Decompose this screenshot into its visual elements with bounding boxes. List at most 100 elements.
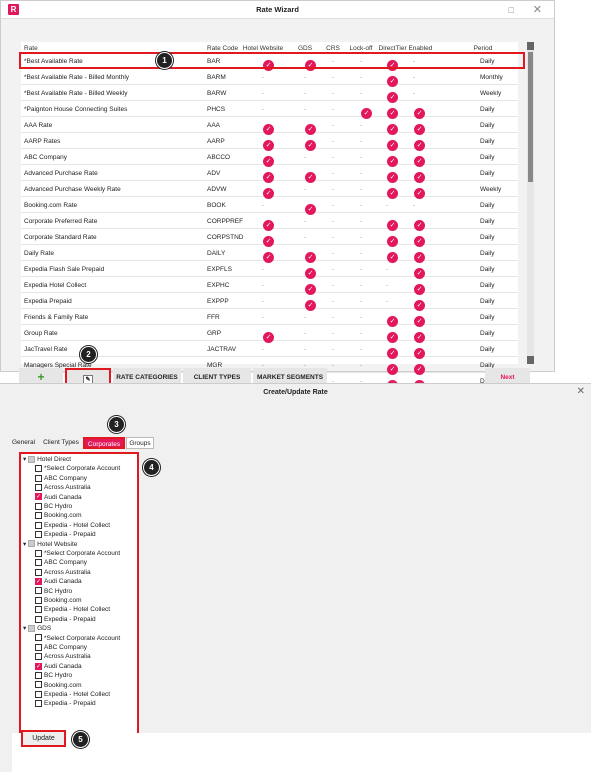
table-row[interactable]: Expedia Prepaid EXPPP - ✓ - - - ✓ Daily bbox=[21, 293, 518, 311]
tree-item[interactable]: ABC Company bbox=[35, 558, 87, 567]
tree-item[interactable]: *Select Corporate Account bbox=[35, 464, 120, 473]
item-checkbox[interactable]: ✓ bbox=[35, 577, 42, 585]
tree-group[interactable]: ▾ GDS bbox=[23, 624, 51, 633]
table-row[interactable]: *Best Available Rate - Billed Weekly BARW… bbox=[21, 85, 518, 103]
item-checkbox[interactable] bbox=[35, 615, 42, 623]
tree-item[interactable]: Expedia - Hotel Collect bbox=[35, 690, 110, 699]
tree-item[interactable]: *Select Corporate Account bbox=[35, 634, 120, 643]
table-row[interactable]: *Paignton House Connecting Suites PHCS - - -… bbox=[21, 101, 518, 119]
column-header[interactable]: Hotel Website bbox=[243, 45, 283, 52]
scroll-down-arrow[interactable] bbox=[527, 356, 534, 364]
scroll-thumb[interactable] bbox=[528, 52, 533, 182]
tree-item[interactable]: Expedia - Prepaid bbox=[35, 615, 96, 624]
flag-no: - bbox=[359, 170, 363, 177]
group-checkbox[interactable] bbox=[28, 540, 36, 548]
table-row[interactable]: *Best Available Rate - Billed Monthly BAR… bbox=[21, 69, 518, 87]
column-header[interactable]: CRS bbox=[326, 45, 340, 52]
item-checkbox[interactable] bbox=[35, 643, 42, 651]
tree-item[interactable]: ABC Company bbox=[35, 474, 87, 483]
tree-group[interactable]: ▾ Hotel Direct bbox=[23, 455, 71, 464]
flag-no: - bbox=[359, 346, 363, 353]
flag-no: - bbox=[303, 314, 307, 321]
flag-no: - bbox=[261, 90, 265, 97]
table-row[interactable]: Group Rate GRP ✓ - - - ✓ ✓ Daily bbox=[21, 325, 518, 343]
item-checkbox[interactable] bbox=[35, 606, 42, 614]
vertical-scrollbar[interactable] bbox=[527, 42, 534, 364]
item-checkbox[interactable] bbox=[35, 568, 42, 576]
tree-item[interactable]: Booking.com bbox=[35, 511, 82, 520]
tree-item[interactable]: BC Hydro bbox=[35, 587, 72, 596]
tree-item[interactable]: Expedia - Prepaid bbox=[35, 699, 96, 708]
column-header[interactable]: GDS bbox=[298, 45, 312, 52]
table-row[interactable]: Advanced Purchase Rate ADV ✓ ✓ - - ✓ ✓ Daily bbox=[21, 165, 518, 183]
tree-item[interactable]: ✓ Audi Canada bbox=[35, 577, 82, 586]
item-checkbox[interactable] bbox=[35, 634, 42, 642]
group-checkbox[interactable] bbox=[28, 455, 36, 463]
table-row[interactable]: Booking.com Rate BOOK - ✓ - - - - Daily bbox=[21, 197, 518, 215]
table-row[interactable]: ABC Company ABCCO ✓ - - - ✓ ✓ Daily bbox=[21, 149, 518, 167]
tab-general[interactable]: General bbox=[8, 437, 39, 449]
item-checkbox[interactable] bbox=[35, 653, 42, 661]
tree-item[interactable]: Across Australia bbox=[35, 652, 91, 661]
table-row[interactable]: Expedia Flash Sale Prepaid EXPFLS - ✓ - - - ✓ Da… bbox=[21, 261, 518, 279]
item-checkbox[interactable] bbox=[35, 502, 42, 510]
expand-icon[interactable]: ▾ bbox=[23, 456, 26, 463]
item-checkbox[interactable] bbox=[35, 587, 42, 595]
item-checkbox[interactable] bbox=[35, 690, 42, 698]
table-row[interactable]: Daily Rate DAILY ✓ ✓ - - ✓ ✓ Daily bbox=[21, 245, 518, 263]
item-checkbox[interactable] bbox=[35, 483, 42, 491]
tree-item[interactable]: Expedia - Prepaid bbox=[35, 530, 96, 539]
tree-item[interactable]: *Select Corporate Account bbox=[35, 549, 120, 558]
tree-item[interactable]: Expedia - Hotel Collect bbox=[35, 605, 110, 614]
item-checkbox[interactable]: ✓ bbox=[35, 662, 42, 670]
maximize-icon[interactable]: □ bbox=[509, 5, 514, 15]
tab-client-types[interactable]: Client Types bbox=[40, 437, 82, 449]
item-checkbox[interactable] bbox=[35, 559, 42, 567]
item-checkbox[interactable] bbox=[35, 700, 42, 708]
column-header[interactable]: Tier Enabled bbox=[396, 45, 433, 52]
tree-item[interactable]: Booking.com bbox=[35, 681, 82, 690]
group-checkbox[interactable] bbox=[28, 624, 36, 632]
update-button[interactable]: Update bbox=[21, 730, 66, 747]
table-row[interactable]: Corporate Preferred Rate CORPPREF ✓ - - - ✓ ✓ Da… bbox=[21, 213, 518, 231]
item-checkbox[interactable]: ✓ bbox=[35, 493, 42, 501]
item-checkbox[interactable] bbox=[35, 474, 42, 482]
item-checkbox[interactable] bbox=[35, 530, 42, 538]
rate-code: GRP bbox=[207, 330, 222, 337]
tab-groups[interactable]: Groups bbox=[126, 437, 154, 449]
tree-item[interactable]: ✓ Audi Canada bbox=[35, 662, 82, 671]
tab-corporates[interactable]: Corporates bbox=[83, 437, 125, 449]
column-header[interactable]: Lock-off bbox=[349, 45, 372, 52]
table-row[interactable]: Advanced Purchase Weekly Rate ADVW ✓ - - - ✓ ✓ W… bbox=[21, 181, 518, 199]
column-header[interactable]: Rate Code bbox=[207, 45, 238, 52]
tree-item[interactable]: Expedia - Hotel Collect bbox=[35, 521, 110, 530]
tree-item[interactable]: BC Hydro bbox=[35, 502, 72, 511]
column-header[interactable]: Period bbox=[474, 45, 493, 52]
item-checkbox[interactable] bbox=[35, 596, 42, 604]
tree-item[interactable]: ✓ Audi Canada bbox=[35, 493, 82, 502]
table-row[interactable]: Corporate Standard Rate CORPSTND ✓ - - - ✓ ✓ Dai… bbox=[21, 229, 518, 247]
tree-item[interactable]: ABC Company bbox=[35, 643, 87, 652]
scroll-up-arrow[interactable] bbox=[527, 42, 534, 50]
item-checkbox[interactable] bbox=[35, 512, 42, 520]
table-row[interactable]: Expedia Hotel Collect EXPHC - ✓ - - - ✓ Daily bbox=[21, 277, 518, 295]
dialog-close-icon[interactable]: ✕ bbox=[577, 386, 585, 397]
column-header[interactable]: Rate bbox=[24, 45, 38, 52]
close-icon[interactable]: ✕ bbox=[533, 3, 542, 16]
item-checkbox[interactable] bbox=[35, 549, 42, 557]
tree-item[interactable]: BC Hydro bbox=[35, 671, 72, 680]
tree-item[interactable]: Across Australia bbox=[35, 568, 91, 577]
tree-item[interactable]: Across Australia bbox=[35, 483, 91, 492]
item-checkbox[interactable] bbox=[35, 681, 42, 689]
table-row[interactable]: Friends & Family Rate FFR - - - - ✓ ✓ Daily bbox=[21, 309, 518, 327]
table-row[interactable]: AAA Rate AAA ✓ ✓ - - ✓ ✓ Daily bbox=[21, 117, 518, 135]
table-row[interactable]: AARP Rates AARP ✓ ✓ - - ✓ ✓ Daily bbox=[21, 133, 518, 151]
item-checkbox[interactable] bbox=[35, 671, 42, 679]
column-header[interactable]: Direct bbox=[379, 45, 396, 52]
expand-icon[interactable]: ▾ bbox=[23, 541, 26, 548]
tree-item[interactable]: Booking.com bbox=[35, 596, 82, 605]
item-checkbox[interactable] bbox=[35, 521, 42, 529]
item-checkbox[interactable] bbox=[35, 465, 42, 473]
expand-icon[interactable]: ▾ bbox=[23, 625, 26, 632]
tree-group[interactable]: ▾ Hotel Website bbox=[23, 540, 77, 549]
